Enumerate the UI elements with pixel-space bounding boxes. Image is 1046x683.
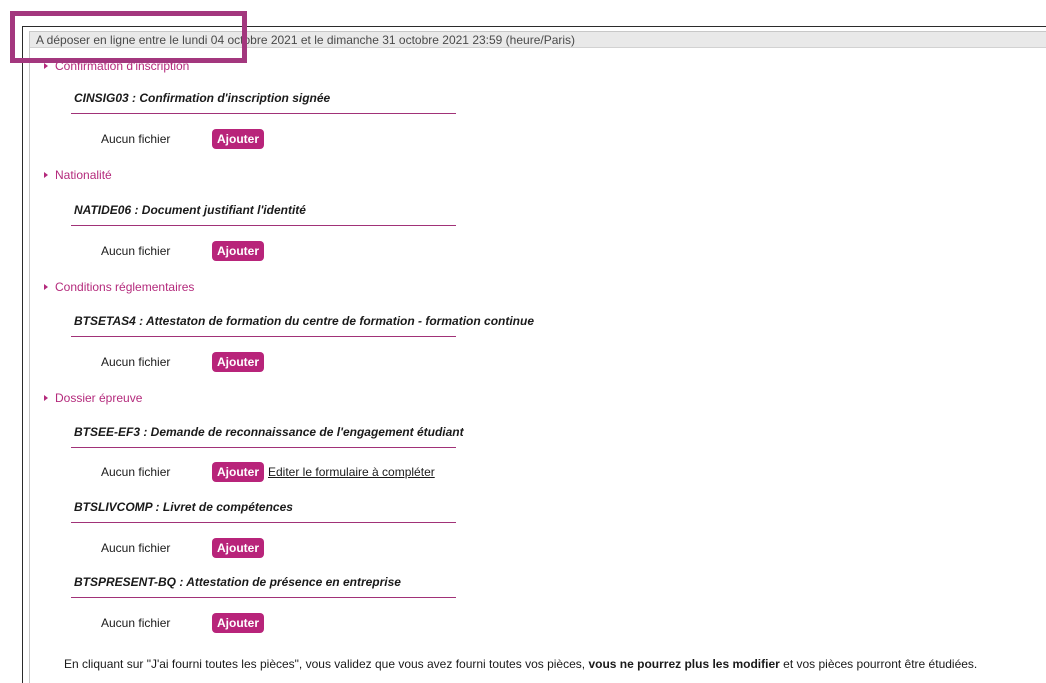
notice-bold: vous ne pourrez plus les modifier [588,657,780,671]
caret-right-icon [44,284,48,290]
doc-title-btslivcomp: BTSLIVCOMP : Livret de compétences [74,500,293,514]
doc-divider [71,113,456,114]
file-status: Aucun fichier [101,244,171,258]
add-file-button[interactable]: Ajouter [212,352,264,372]
doc-title-btsetas4: BTSETAS4 : Attestaton de formation du ce… [74,314,535,328]
caret-right-icon [44,395,48,401]
file-status: Aucun fichier [101,355,171,369]
section-nationalite[interactable]: Nationalité [44,168,112,182]
add-file-button[interactable]: Ajouter [212,129,264,149]
section-label: Conditions réglementaires [55,280,195,294]
doc-title-cinsig03: CINSIG03 : Confirmation d'inscription si… [74,91,331,105]
deadline-banner: A déposer en ligne entre le lundi 04 oct… [30,32,1046,48]
add-file-button[interactable]: Ajouter [212,462,264,482]
file-status: Aucun fichier [101,132,171,146]
section-label: Confirmation d'inscription [55,59,190,73]
doc-divider [71,522,456,523]
notice-text-end: et vos pièces pourront être étudiées. [779,657,978,671]
add-file-button[interactable]: Ajouter [212,538,264,558]
notice-text: En cliquant sur "J'ai fourni toutes les … [64,657,589,671]
doc-divider [71,597,456,598]
doc-title-natide06: NATIDE06 : Document justifiant l'identit… [74,203,306,217]
file-status: Aucun fichier [101,541,171,555]
doc-title-btsee-ef3: BTSEE-EF3 : Demande de reconnaissance de… [74,425,464,439]
file-status: Aucun fichier [101,465,171,479]
file-row: Aucun fichier Ajouter [101,129,264,149]
section-conditions-reglementaires[interactable]: Conditions réglementaires [44,280,194,294]
doc-divider [71,447,456,448]
file-row: Aucun fichier Ajouter [101,613,264,633]
add-file-button[interactable]: Ajouter [212,241,264,261]
caret-right-icon [44,63,48,69]
caret-right-icon [44,172,48,178]
add-file-button[interactable]: Ajouter [212,613,264,633]
validation-notice: En cliquant sur "J'ai fourni toutes les … [64,657,1046,671]
file-row: Aucun fichier Ajouter Editer le formulai… [101,462,435,482]
section-label: Nationalité [55,168,112,182]
section-confirmation-inscription[interactable]: Confirmation d'inscription [44,59,189,73]
doc-divider [71,336,456,337]
file-row: Aucun fichier Ajouter [101,538,264,558]
section-label: Dossier épreuve [55,391,143,405]
doc-divider [71,225,456,226]
doc-title-btspresent-bq: BTSPRESENT-BQ : Attestation de présence … [74,575,401,589]
file-status: Aucun fichier [101,616,171,630]
file-row: Aucun fichier Ajouter [101,352,264,372]
file-row: Aucun fichier Ajouter [101,241,264,261]
page: A déposer en ligne entre le lundi 04 oct… [0,0,1046,683]
edit-form-link[interactable]: Editer le formulaire à compléter [268,465,435,479]
section-dossier-epreuve[interactable]: Dossier épreuve [44,391,142,405]
